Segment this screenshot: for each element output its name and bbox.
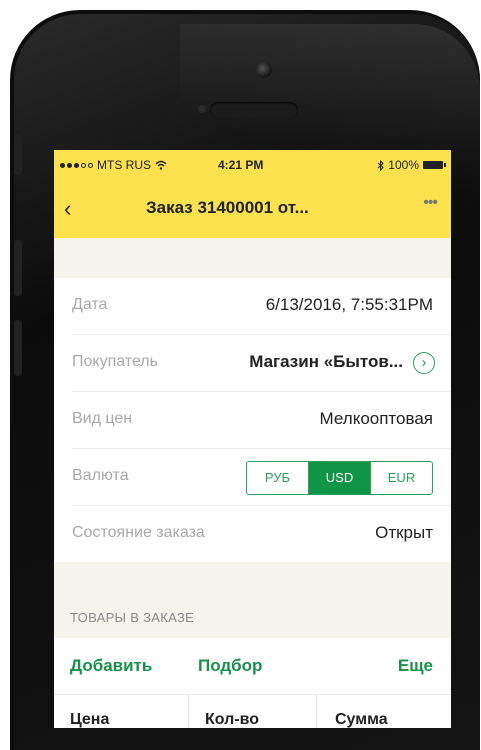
price-type-row[interactable]: Вид цен Мелкооптовая <box>72 392 451 449</box>
battery-percent: 100% <box>388 158 419 172</box>
column-price[interactable]: Цена <box>54 695 188 728</box>
price-type-label: Вид цен <box>72 410 133 427</box>
nav-bar: ‹ Заказ 31400001 от... ••• <box>54 180 451 238</box>
column-sum[interactable]: Сумма <box>316 695 451 728</box>
spacer <box>54 238 451 278</box>
bluetooth-icon <box>377 159 385 171</box>
currency-label: Валюта <box>72 467 129 484</box>
carrier-label: MTS RUS <box>97 158 151 172</box>
page-title: Заказ 31400001 от... <box>146 198 309 217</box>
order-form: Дата 6/13/2016, 7:55:31PM Покупатель Маг… <box>54 278 451 562</box>
volume-up-button <box>14 240 22 296</box>
column-quantity[interactable]: Кол-во <box>188 695 316 728</box>
currency-option-usd[interactable]: USD <box>308 462 370 494</box>
order-status-row[interactable]: Состояние заказа Открыт <box>72 506 451 562</box>
price-type-value: Мелкооптовая <box>319 409 433 428</box>
more-icon[interactable]: ••• <box>423 194 438 212</box>
mute-switch <box>14 135 22 175</box>
goods-actions: Добавить Подбор Еще <box>54 638 451 695</box>
goods-table-header: Цена Кол-во Сумма <box>54 695 451 728</box>
currency-option-rub[interactable]: РУБ <box>247 462 308 494</box>
status-time: 4:21 PM <box>218 158 264 172</box>
add-button[interactable]: Добавить <box>70 656 152 676</box>
buyer-value: Магазин «Бытов... <box>249 352 403 371</box>
battery-icon <box>423 161 446 169</box>
currency-segmented-control: РУБ USD EUR <box>246 461 433 495</box>
signal-strength-icon <box>60 162 93 168</box>
volume-down-button <box>14 320 22 376</box>
currency-option-eur[interactable]: EUR <box>370 462 432 494</box>
date-row[interactable]: Дата 6/13/2016, 7:55:31PM <box>72 278 451 335</box>
more-button[interactable]: Еще <box>398 656 433 676</box>
order-status-value: Открыт <box>375 523 433 542</box>
goods-section-header: ТОВАРЫ В ЗАКАЗЕ <box>54 562 451 638</box>
chevron-left-icon[interactable]: ‹ <box>64 196 71 222</box>
date-label: Дата <box>72 296 108 313</box>
status-bar: MTS RUS 4:21 PM 100% <box>54 150 451 180</box>
app-screen: MTS RUS 4:21 PM 100% ‹ Заказ 31400001 от… <box>54 150 451 728</box>
date-value: 6/13/2016, 7:55:31PM <box>265 295 433 314</box>
currency-row: Валюта РУБ USD EUR <box>72 449 451 506</box>
section-title: ТОВАРЫ В ЗАКАЗЕ <box>70 610 195 625</box>
chevron-right-circle-icon[interactable]: › <box>413 352 435 374</box>
proximity-sensor <box>198 105 206 113</box>
buyer-row[interactable]: Покупатель Магазин «Бытов... › <box>72 335 451 392</box>
front-camera <box>256 62 272 78</box>
wifi-icon <box>155 160 167 170</box>
earpiece-speaker <box>210 102 298 118</box>
pick-button[interactable]: Подбор <box>198 656 262 676</box>
order-status-label: Состояние заказа <box>72 524 205 541</box>
buyer-label: Покупатель <box>72 353 158 370</box>
